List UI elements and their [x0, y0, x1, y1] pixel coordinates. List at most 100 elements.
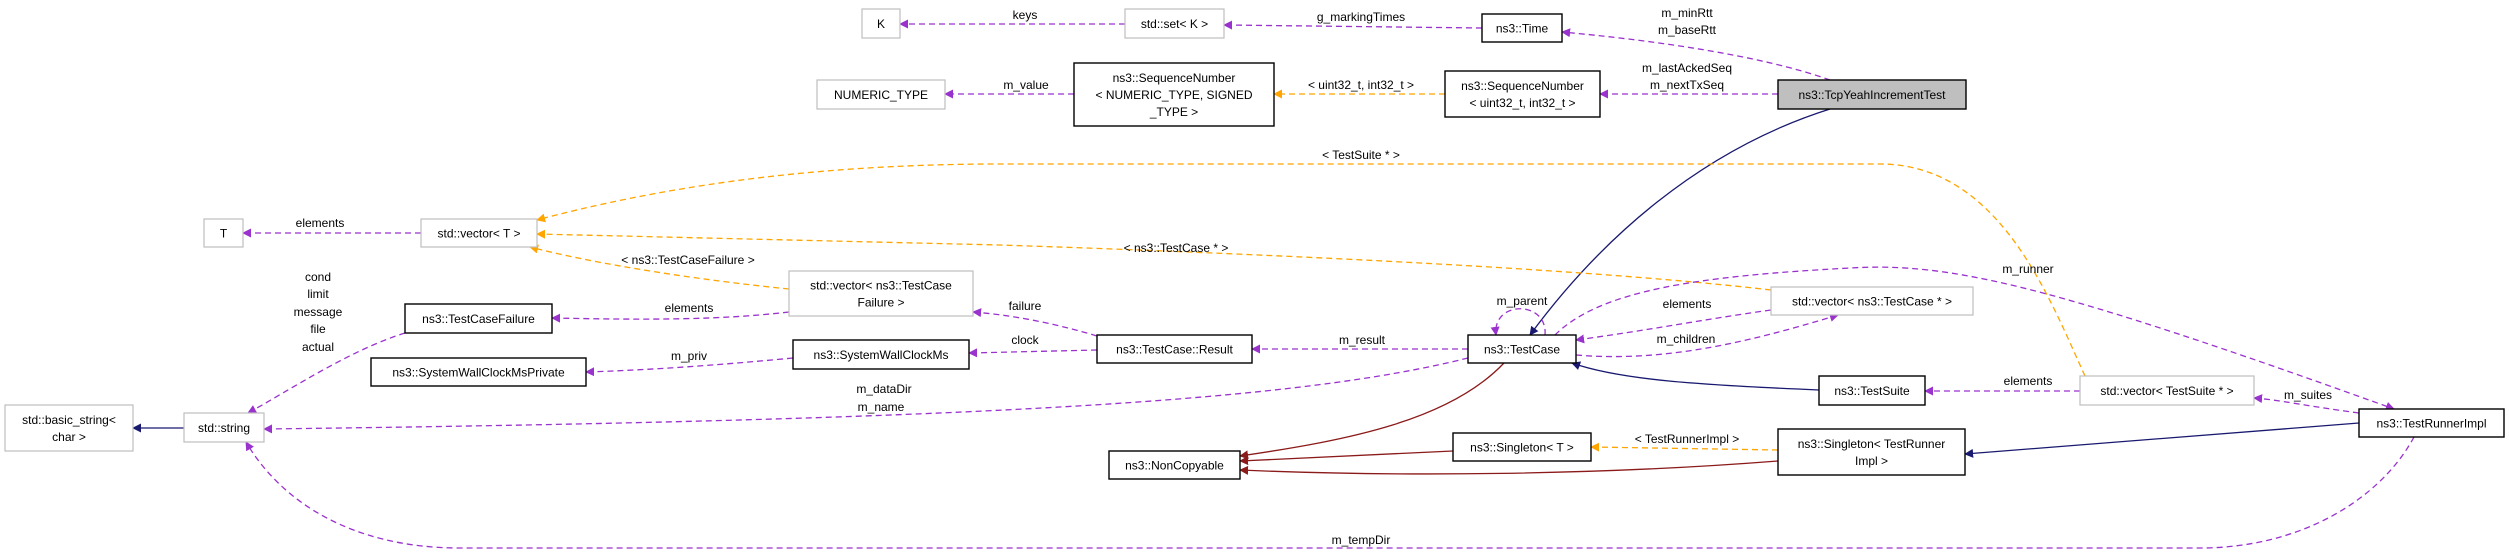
node-label: < uint32_t, int32_t > [1469, 96, 1575, 110]
node-box [1444, 70, 1601, 118]
node-label: ns3::TestCaseFailure [422, 312, 535, 326]
edge-singleton-T-to-non-copyable [1239, 450, 1454, 466]
node-label: ns3::Time [1496, 22, 1549, 36]
class-node-T[interactable]: T [203, 218, 244, 248]
edge-line [1964, 422, 2360, 458]
edge-label: < TestRunnerImpl > [1635, 432, 1740, 446]
edge-seq-uint32-to-seq-generic: < uint32_t, int32_t > [1273, 78, 1445, 99]
edge-result-to-vector-tcf: failure [972, 299, 1098, 337]
edge-line [1590, 442, 1779, 452]
node-label: std::string [198, 421, 250, 435]
node-label: std::basic_string< [22, 413, 116, 427]
node-label: ns3::NonCopyable [1125, 459, 1224, 473]
class-node-singleton-tri[interactable]: ns3::Singleton< TestRunnerImpl > [1777, 428, 1966, 476]
class-node-test-suite[interactable]: ns3::TestSuite [1818, 375, 1926, 406]
class-node-non-copyable[interactable]: ns3::NonCopyable [1108, 450, 1241, 480]
edge-vector-tcf-to-vector-T: < ns3::TestCaseFailure > [529, 244, 790, 290]
class-node-vector-ts[interactable]: std::vector< TestSuite * > [2079, 375, 2255, 406]
edge-label: m_runner [2002, 262, 2053, 276]
edge-tcp-yeah-to-seq-uint32: m_lastAckedSeq m_nextTxSeq [1599, 61, 1778, 99]
class-node-vector-T[interactable]: std::vector< T > [420, 218, 538, 248]
edge-test-runner-impl-to-vector-ts: m_suites [2253, 388, 2360, 414]
class-node-test-runner-impl[interactable]: ns3::TestRunnerImpl [2358, 408, 2505, 438]
edge-label: keys [1013, 8, 1038, 22]
edge-label: m_priv [671, 349, 707, 363]
class-node-string[interactable]: std::string [183, 412, 265, 443]
node-label: ns3::TestCase [1484, 343, 1560, 357]
edge-singleton-tri-to-singleton-T: < TestRunnerImpl > [1590, 432, 1779, 452]
edge-singleton-tri-to-non-copyable [1239, 460, 1779, 475]
edge-label: < ns3::TestCase * > [1124, 241, 1229, 255]
node-label: std::vector< ns3::TestCase [810, 279, 952, 293]
class-node-seq-generic[interactable]: ns3::SequenceNumber< NUMERIC_TYPE, SIGNE… [1073, 62, 1275, 127]
edge-label: < TestSuite * > [1322, 148, 1400, 162]
edge-line [536, 163, 2086, 377]
edge-test-case-to-result: m_result [1251, 333, 1468, 354]
edge-test-case-failure-to-string: cond limit message file actual [247, 270, 406, 414]
class-node-swcm-private[interactable]: ns3::SystemWallClockMsPrivate [370, 357, 587, 387]
edge-label: elements [665, 301, 714, 315]
edge-label: message [294, 305, 343, 319]
node-box [1777, 428, 1966, 476]
edge-vector-T-to-T: elements [242, 216, 421, 238]
node-label: std::vector< TestSuite * > [2100, 384, 2233, 398]
node-label: ns3::SystemWallClockMsPrivate [392, 366, 565, 380]
node-label: T [220, 227, 228, 241]
edge-label: g_markingTimes [1317, 10, 1405, 24]
node-label: _TYPE > [1149, 105, 1198, 119]
node-label: Failure > [857, 296, 904, 310]
edge-label: m_dataDir [856, 382, 911, 396]
edge-vector-ts-to-vector-T: < TestSuite * > [536, 148, 2086, 377]
edge-vector-tcf-to-test-case-failure: elements [551, 301, 790, 323]
node-label: std::vector< T > [438, 227, 521, 241]
edge-line [1223, 20, 1483, 30]
edge-label: m_nextTxSeq [1650, 78, 1724, 92]
edge-vector-ts-to-test-suite: elements [1924, 374, 2080, 396]
edge-label: m_tempDir [1332, 533, 1391, 547]
edge-label: m_name [858, 400, 905, 414]
node-label: Impl > [1855, 454, 1888, 468]
node-label: K [877, 17, 885, 31]
edge-label: actual [302, 340, 334, 354]
node-label: ns3::TestRunnerImpl [2376, 417, 2486, 431]
node-label: ns3::TestCase::Result [1116, 343, 1233, 357]
node-label: NUMERIC_TYPE [834, 88, 928, 102]
node-label: std::set< K > [1141, 17, 1208, 31]
collaboration-diagram: keys g_markingTimes m_minRtt m_baseRtt < uin… [4, 6, 2505, 549]
edge-result-to-swcm: clock [968, 333, 1098, 358]
class-node-vector-tcf[interactable]: std::vector< ns3::TestCaseFailure > [788, 270, 974, 317]
edge-label: < uint32_t, int32_t > [1308, 78, 1414, 92]
class-node-test-case-failure[interactable]: ns3::TestCaseFailure [404, 303, 553, 334]
class-node-singleton-T[interactable]: ns3::Singleton< T > [1452, 432, 1592, 462]
edge-label: clock [1011, 333, 1039, 347]
edge-line [1571, 361, 1820, 391]
edge-label: elements [2004, 374, 2053, 388]
node-label: < NUMERIC_TYPE, SIGNED [1095, 88, 1252, 102]
class-node-numeric-type[interactable]: NUMERIC_TYPE [816, 79, 946, 110]
class-node-test-case[interactable]: ns3::TestCase [1467, 334, 1577, 364]
edge-test-case-to-test-case: m_parent [1490, 294, 1548, 336]
node-label: char > [52, 430, 86, 444]
edge-label: m_suites [2284, 388, 2332, 402]
node-label: ns3::TestSuite [1834, 384, 1910, 398]
class-node-seq-uint32[interactable]: ns3::SequenceNumber< uint32_t, int32_t > [1444, 70, 1601, 118]
edge-seq-generic-to-numeric-type: m_value [944, 78, 1074, 99]
class-node-K[interactable]: K [861, 8, 901, 39]
class-node-tcp-yeah[interactable]: ns3::TcpYeahIncrementTest [1777, 79, 1967, 110]
node-label: ns3::SequenceNumber [1113, 71, 1236, 85]
class-node-vector-tc[interactable]: std::vector< ns3::TestCase * > [1770, 286, 1974, 316]
edge-label: m_value [1003, 78, 1049, 92]
node-box [4, 404, 134, 452]
edge-test-suite-to-test-case [1571, 361, 1820, 391]
edge-label: m_parent [1497, 294, 1548, 308]
class-node-basic-string[interactable]: std::basic_string<char > [4, 404, 134, 452]
class-node-time[interactable]: ns3::Time [1481, 13, 1563, 43]
edge-time-to-set-K: g_markingTimes [1223, 10, 1483, 30]
node-label: ns3::Singleton< T > [1470, 441, 1574, 455]
edge-label: m_baseRtt [1658, 23, 1717, 37]
edge-test-case-to-vector-tc: m_children [1575, 313, 1839, 358]
nodes: Kstd::set< K > ns3::TimeNUMERIC_TYPEns3::… [4, 8, 2505, 480]
class-node-result[interactable]: ns3::TestCase::Result [1096, 334, 1253, 364]
class-node-set-K[interactable]: std::set< K > [1124, 8, 1225, 39]
class-node-swcm[interactable]: ns3::SystemWallClockMs [792, 339, 970, 370]
